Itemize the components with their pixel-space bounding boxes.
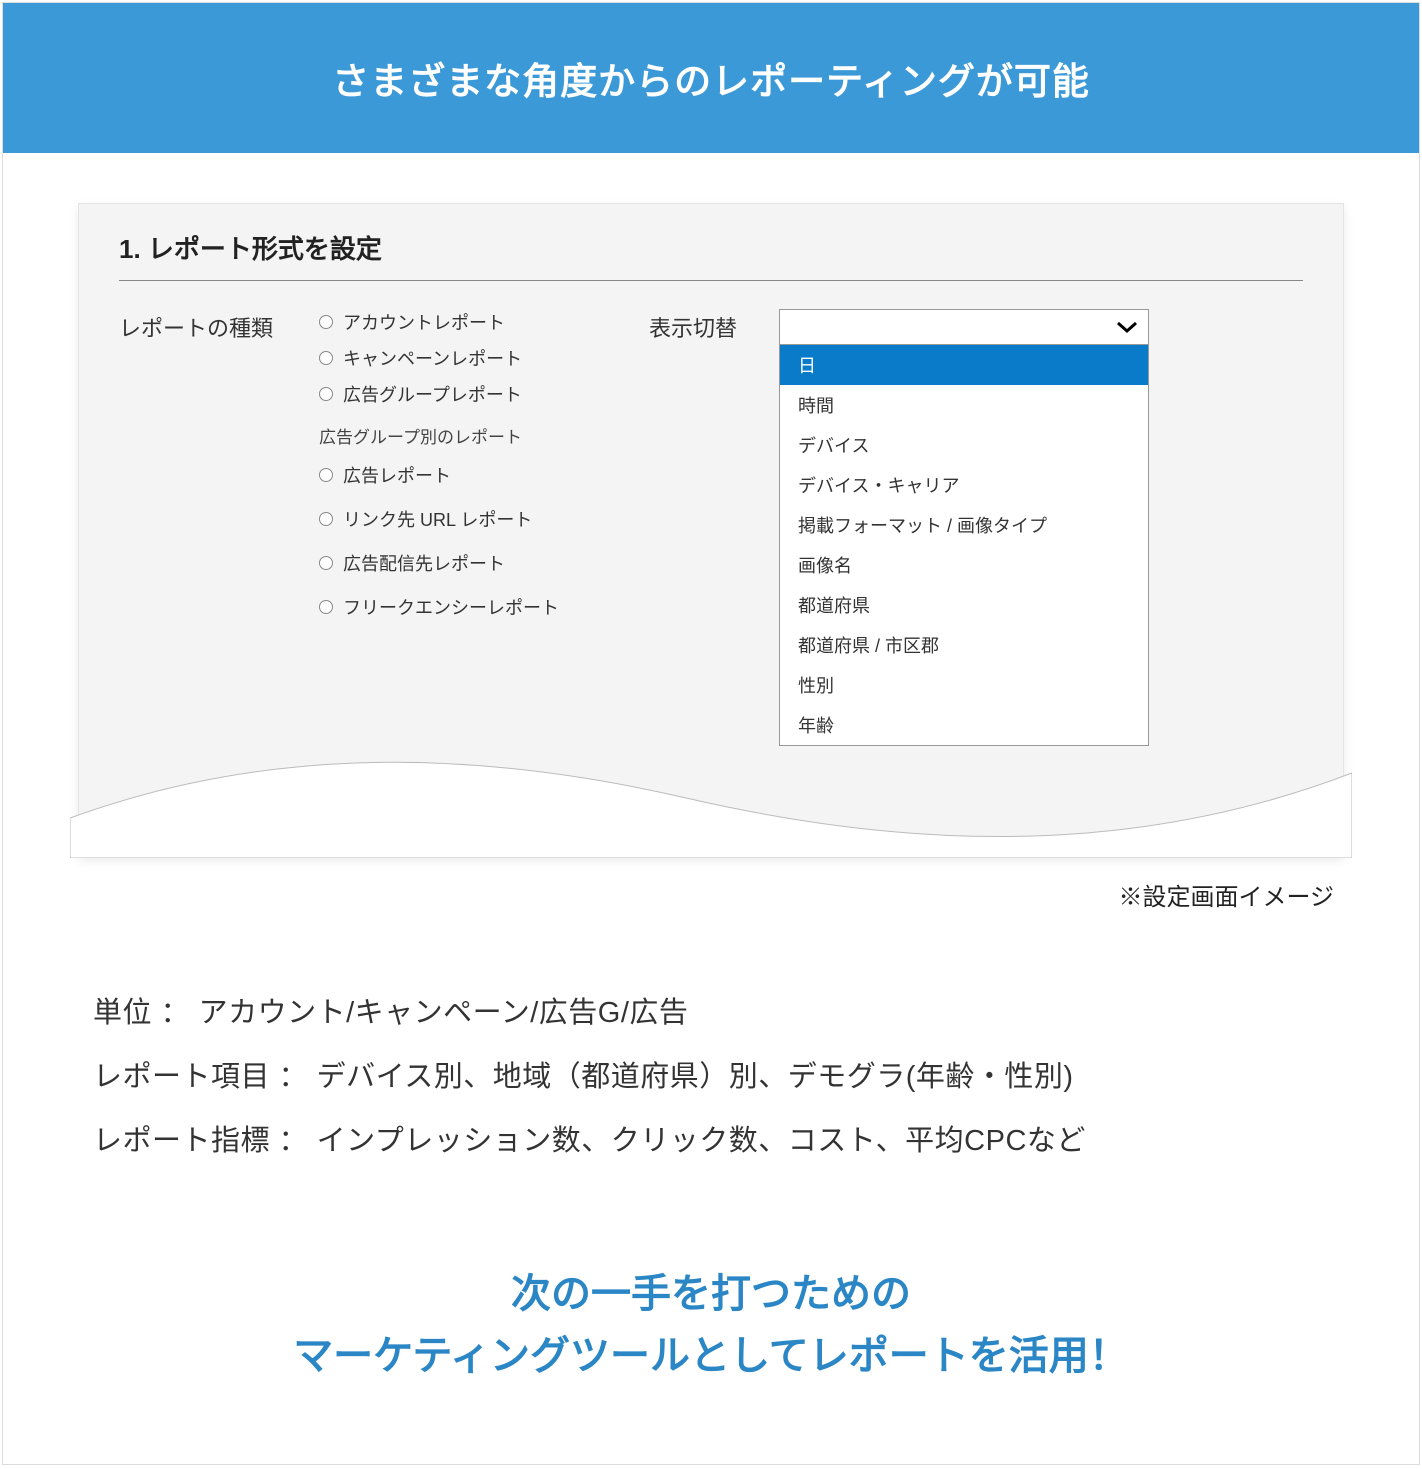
radio-label: アカウントレポート — [343, 309, 505, 335]
image-note: ※設定画面イメージ — [3, 877, 1334, 912]
dropdown-option-hour[interactable]: 時間 — [780, 385, 1148, 425]
radio-label: 広告レポート — [343, 462, 451, 488]
panel-wrap: 1. レポート形式を設定 レポートの種類 アカウントレポート キャンペーンレポー… — [78, 203, 1344, 857]
dropdown-option-age[interactable]: 年齢 — [780, 705, 1148, 745]
report-type-label: レポートの種類 — [119, 309, 289, 343]
radio-icon — [319, 600, 333, 614]
radio-campaign-report[interactable]: キャンペーンレポート — [319, 345, 619, 371]
radio-account-report[interactable]: アカウントレポート — [319, 309, 619, 335]
sub-heading: 広告グループ別のレポート — [319, 423, 619, 448]
radio-frequency-report[interactable]: フリークエンシーレポート — [319, 594, 619, 620]
dropdown-list: 日 時間 デバイス デバイス・キャリア 掲載フォーマット / 画像タイプ 画像名… — [779, 345, 1149, 746]
dropdown-option-day[interactable]: 日 — [780, 345, 1148, 385]
radio-icon — [319, 387, 333, 401]
radio-label: リンク先 URL レポート — [343, 506, 532, 532]
form-row: レポートの種類 アカウントレポート キャンペーンレポート 広告グループレポート — [119, 309, 1303, 746]
radio-label: 広告グループレポート — [343, 381, 522, 407]
radio-adgroup-report[interactable]: 広告グループレポート — [319, 381, 619, 407]
radio-icon — [319, 556, 333, 570]
banner-title: さまざまな角度からのレポーティングが可能 — [3, 3, 1419, 153]
radio-ad-delivery-report[interactable]: 広告配信先レポート — [319, 550, 619, 576]
dropdown-option-prefecture-city[interactable]: 都道府県 / 市区郡 — [780, 625, 1148, 665]
dropdown-option-format-image[interactable]: 掲載フォーマット / 画像タイプ — [780, 505, 1148, 545]
page-container: さまざまな角度からのレポーティングが可能 1. レポート形式を設定 レポートの種… — [2, 2, 1420, 1465]
radio-label: フリークエンシーレポート — [343, 594, 559, 620]
tagline-line1: 次の一手を打つための — [3, 1263, 1419, 1325]
radio-ad-report[interactable]: 広告レポート — [319, 462, 619, 488]
dropdown-option-prefecture[interactable]: 都道府県 — [780, 585, 1148, 625]
radio-icon — [319, 512, 333, 526]
dropdown-option-device-carrier[interactable]: デバイス・キャリア — [780, 465, 1148, 505]
dropdown-option-device[interactable]: デバイス — [780, 425, 1148, 465]
tagline: 次の一手を打つための マーケティングツールとしてレポートを活用！ — [3, 1263, 1419, 1387]
panel-title: 1. レポート形式を設定 — [119, 229, 1303, 281]
settings-panel: 1. レポート形式を設定 レポートの種類 アカウントレポート キャンペーンレポー… — [78, 203, 1344, 857]
dropdown-option-gender[interactable]: 性別 — [780, 665, 1148, 705]
radio-link-url-report[interactable]: リンク先 URL レポート — [319, 506, 619, 532]
radio-icon — [319, 351, 333, 365]
report-type-options: アカウントレポート キャンペーンレポート 広告グループレポート 広告グループ別の… — [319, 309, 619, 638]
desc-items: レポート項目 ： デバイス別、地域（都道府県）別、デモグラ(年齢・性別) — [93, 1046, 1329, 1110]
display-switch-label: 表示切替 — [649, 309, 749, 343]
dropdown-header[interactable] — [779, 309, 1149, 345]
descriptions: 単位 ： アカウント/キャンペーン/広告G/広告 レポート項目 ： デバイス別、… — [93, 982, 1329, 1173]
radio-icon — [319, 468, 333, 482]
display-switch-dropdown[interactable]: 日 時間 デバイス デバイス・キャリア 掲載フォーマット / 画像タイプ 画像名… — [779, 309, 1149, 746]
desc-metrics: レポート指標 ： インプレッション数、クリック数、コスト、平均CPCなど — [93, 1110, 1329, 1174]
chevron-down-icon — [1116, 320, 1138, 334]
desc-unit: 単位 ： アカウント/キャンペーン/広告G/広告 — [93, 982, 1329, 1046]
radio-label: 広告配信先レポート — [343, 550, 505, 576]
radio-icon — [319, 315, 333, 329]
dropdown-option-image-name[interactable]: 画像名 — [780, 545, 1148, 585]
radio-label: キャンペーンレポート — [343, 345, 522, 371]
tagline-line2: マーケティングツールとしてレポートを活用！ — [3, 1325, 1419, 1387]
